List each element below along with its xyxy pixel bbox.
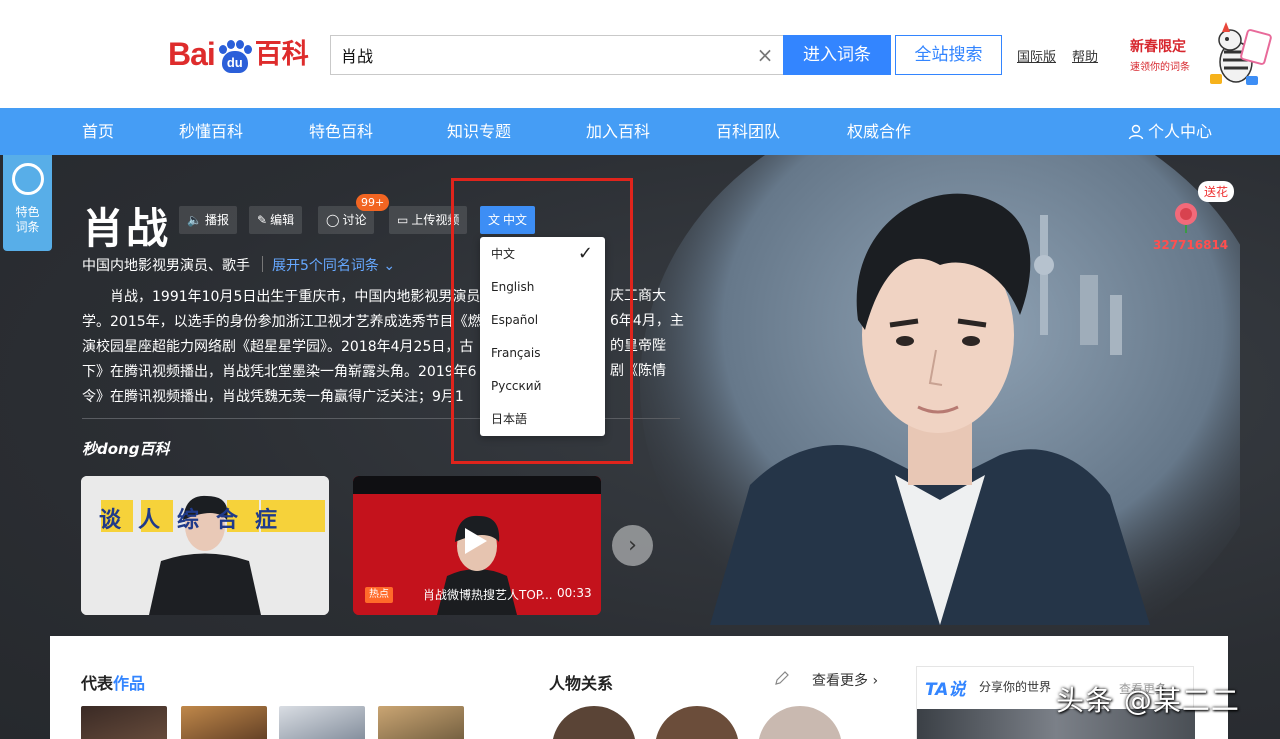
ta-shuo-slogan: 分享你的世界 bbox=[979, 680, 1052, 694]
video-card[interactable]: 谈人综合症 bbox=[81, 476, 329, 615]
search-input[interactable] bbox=[331, 36, 731, 74]
chevron-down-icon: ⌄ bbox=[383, 258, 396, 274]
nav-topics[interactable]: 知识专题 bbox=[447, 108, 511, 155]
user-icon bbox=[1128, 124, 1144, 139]
miaodong-logo: 秒dong百科 bbox=[82, 440, 170, 458]
entry-subtitle: 中国内地影视男演员、歌手 bbox=[82, 258, 250, 274]
hot-badge: 热点 bbox=[365, 587, 393, 603]
ta-shuo-logo: TA说 bbox=[925, 680, 966, 700]
work-thumbnail[interactable] bbox=[279, 706, 365, 739]
nav-home[interactable]: 首页 bbox=[82, 108, 114, 155]
logo-baike-text: 百科 bbox=[254, 39, 309, 69]
pencil-icon: ✎ bbox=[257, 213, 268, 227]
work-thumbnail[interactable] bbox=[378, 706, 464, 739]
works-title-a: 代表 bbox=[81, 674, 114, 693]
special-entry-tag[interactable]: 特色 词条 bbox=[3, 155, 52, 251]
clear-icon[interactable]: × bbox=[755, 45, 775, 65]
see-more-relations-link[interactable]: 查看更多 › bbox=[812, 670, 878, 690]
portrait-photo bbox=[640, 155, 1240, 625]
chevron-right-icon: › bbox=[872, 673, 879, 689]
relation-avatar[interactable] bbox=[655, 706, 739, 739]
chevron-right-icon: › bbox=[628, 533, 637, 558]
video-camera-icon: ▭ bbox=[397, 213, 409, 227]
works-title-b: 作品 bbox=[113, 674, 146, 693]
expand-label: 展开5个同名词条 bbox=[272, 258, 379, 274]
works-section-title: 代表作品 bbox=[81, 670, 145, 694]
user-center-label: 个人中心 bbox=[1147, 122, 1212, 141]
play-label: 播报 bbox=[204, 213, 229, 227]
help-link[interactable]: 帮助 bbox=[1072, 46, 1098, 65]
entry-hero: 特色 词条 肖战 🔈 播报 ✎ 编辑 ◯ 讨论 99+ ▭ 上传视频 文 中文 … bbox=[0, 155, 1280, 739]
nav-special[interactable]: 特色百科 bbox=[309, 108, 373, 155]
video-caption: 肖战微博热搜艺人TOP... bbox=[423, 588, 553, 602]
subtitle-divider bbox=[262, 256, 263, 272]
video-card[interactable]: 热点 肖战微博热搜艺人TOP... 00:33 bbox=[353, 476, 601, 615]
baidu-baike-logo[interactable]: Bai du 百科 bbox=[168, 30, 309, 74]
flower-count: 327716814 bbox=[1153, 238, 1229, 252]
carousel-next-button[interactable]: › bbox=[612, 525, 653, 566]
relation-avatar[interactable] bbox=[552, 706, 636, 739]
logo-paw-icon: du bbox=[217, 40, 253, 74]
toutiao-watermark: 头条 @某二二 bbox=[1056, 684, 1240, 717]
site-search-button[interactable]: 全站搜索 bbox=[895, 35, 1002, 75]
nav-miaodong[interactable]: 秒懂百科 bbox=[179, 108, 243, 155]
expand-homonyms-link[interactable]: 展开5个同名词条 ⌄ bbox=[272, 255, 395, 275]
video-duration: 00:33 bbox=[557, 586, 592, 600]
search-box: × bbox=[330, 35, 783, 75]
nav-team[interactable]: 百科团队 bbox=[716, 108, 780, 155]
play-icon[interactable] bbox=[465, 528, 487, 554]
star-badge-icon bbox=[12, 163, 44, 195]
video-title: 谈人综合症 bbox=[99, 508, 295, 533]
special-entry-label: 特色 词条 bbox=[15, 205, 40, 234]
zebra-mascot-icon[interactable] bbox=[1196, 18, 1272, 92]
work-thumbnail[interactable] bbox=[81, 706, 167, 739]
edit-label: 编辑 bbox=[270, 213, 295, 227]
discuss-count-badge: 99+ bbox=[356, 194, 390, 211]
logo-du-text: du bbox=[221, 51, 248, 73]
entry-title: 肖战 bbox=[82, 204, 171, 253]
chat-bubble-icon: ◯ bbox=[326, 213, 340, 227]
rose-icon[interactable] bbox=[1170, 201, 1202, 233]
international-link[interactable]: 国际版 bbox=[1017, 46, 1056, 65]
logo-bai-text: Bai bbox=[168, 36, 216, 72]
pencil-icon[interactable] bbox=[774, 670, 790, 686]
work-thumbnail[interactable] bbox=[181, 706, 267, 739]
video-thumbnail bbox=[81, 476, 329, 615]
relations-section-title: 人物关系 bbox=[549, 674, 614, 693]
relation-avatar[interactable] bbox=[758, 706, 842, 739]
nav-authority[interactable]: 权威合作 bbox=[847, 108, 911, 155]
send-flower-bubble[interactable]: 送花 bbox=[1198, 181, 1235, 202]
see-more-label: 查看更多 bbox=[812, 673, 868, 689]
nav-join[interactable]: 加入百科 bbox=[586, 108, 650, 155]
edit-button[interactable]: ✎ 编辑 bbox=[249, 206, 303, 234]
site-header: Bai du 百科 × 进入词条 全站搜索 国际版 帮助 新春限定 速领你的词条 bbox=[0, 0, 1280, 108]
user-center-link[interactable]: 个人中心 bbox=[1128, 108, 1212, 155]
content-panel: 代表作品 人物关系 查看更多 › TA说 分享你的世界 查看更多 bbox=[50, 636, 1228, 739]
speaker-icon: 🔈 bbox=[187, 213, 202, 227]
play-audio-button[interactable]: 🔈 播报 bbox=[179, 206, 237, 234]
highlight-annotation-box bbox=[451, 178, 633, 464]
enter-entry-button[interactable]: 进入词条 bbox=[783, 35, 891, 75]
main-nav: 首页 秒懂百科 特色百科 知识专题 加入百科 百科团队 权威合作 个人中心 bbox=[0, 108, 1280, 155]
